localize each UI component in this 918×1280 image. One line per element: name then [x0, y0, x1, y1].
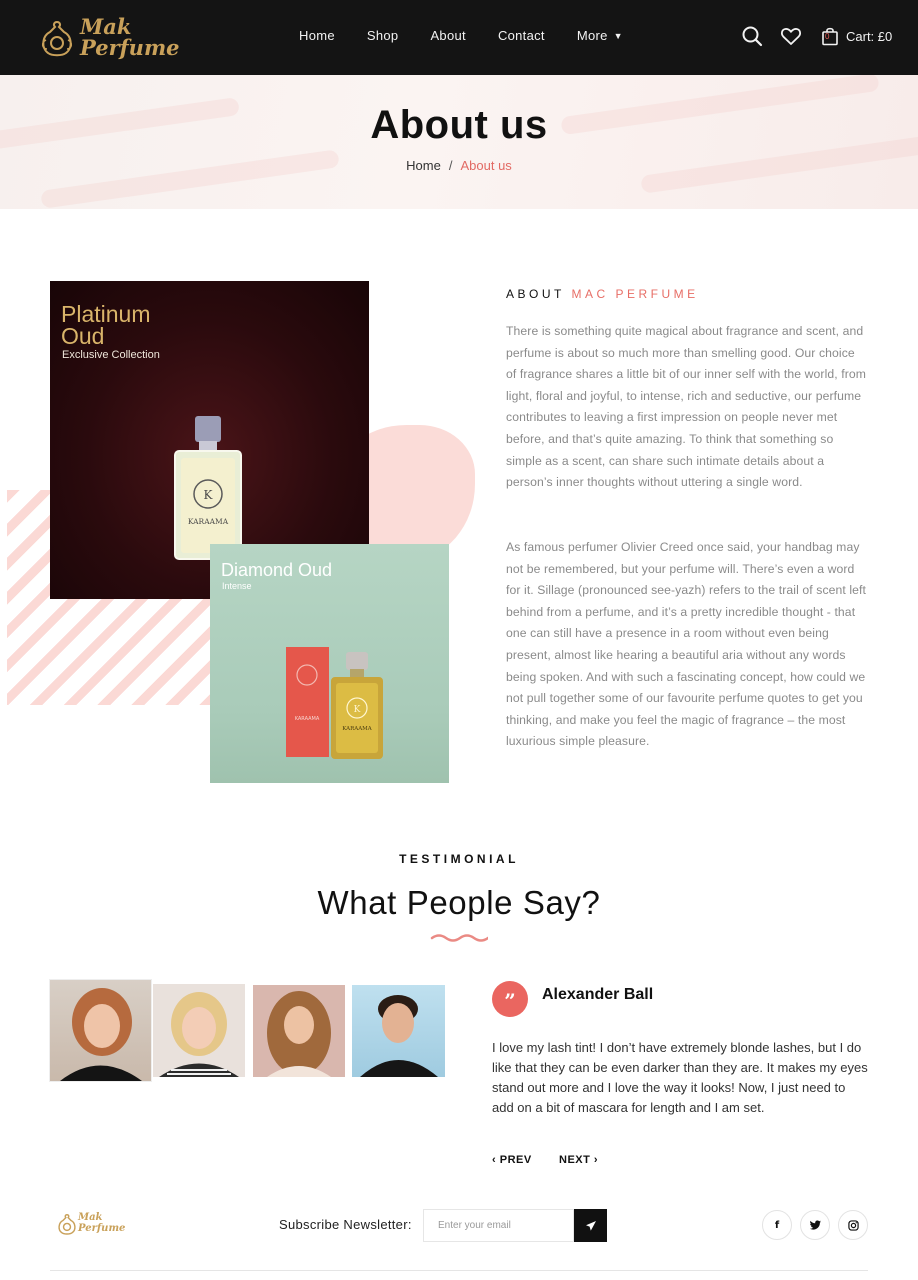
breadcrumb: Home / About us	[0, 158, 918, 173]
testimonial-avatar[interactable]	[153, 984, 245, 1077]
main-nav: Home Shop About Contact More ▼	[299, 28, 655, 43]
about-heading: ABOUT MAC PERFUME	[506, 287, 699, 301]
svg-text:KARAAMA: KARAAMA	[295, 716, 320, 722]
cart-button[interactable]: 0 Cart: £0	[820, 26, 892, 46]
image-subtitle: Exclusive Collection	[62, 349, 160, 361]
twitter-icon[interactable]	[800, 1210, 830, 1240]
svg-text:KARAAMA: KARAAMA	[342, 726, 373, 732]
perfume-bottle-icon: K KARAAMA	[331, 652, 383, 759]
image-subtitle: Intense	[222, 581, 252, 591]
page-title: About us	[370, 103, 548, 147]
nav-contact[interactable]: Contact	[498, 28, 545, 43]
quote-icon: ”	[492, 981, 528, 1017]
perfume-bottle-logo-icon	[41, 20, 73, 57]
newsletter-email-input[interactable]	[423, 1209, 574, 1242]
cart-total-label: Cart: £0	[846, 28, 893, 44]
image-title: Diamond Oud	[221, 560, 333, 580]
svg-text:K: K	[204, 488, 214, 502]
svg-text:K: K	[354, 705, 361, 715]
nav-more[interactable]: More ▼	[577, 28, 623, 43]
about-paragraph-1: There is something quite magical about f…	[506, 324, 867, 490]
next-button[interactable]: NEXT ›	[559, 1154, 598, 1166]
breadcrumb-home-link[interactable]: Home	[406, 158, 441, 173]
image-title: Platinum Oud	[61, 301, 151, 349]
about-paragraph-2: As famous perfumer Olivier Creed once sa…	[506, 540, 867, 749]
logo-wordmark: Mak Perfume	[80, 14, 180, 60]
instagram-icon[interactable]	[838, 1210, 868, 1240]
nav-shop[interactable]: Shop	[367, 28, 399, 43]
newsletter-submit-button[interactable]	[574, 1209, 607, 1242]
newsletter-label: Subscribe Newsletter:	[279, 1217, 412, 1232]
testimonial-avatar[interactable]	[253, 985, 345, 1077]
testimonial-eyebrow: TESTIMONIAL	[399, 852, 519, 866]
testimonial-avatar[interactable]	[352, 985, 445, 1077]
heart-icon[interactable]	[779, 24, 803, 48]
wave-divider	[430, 934, 488, 942]
twitter-bird-glyph	[809, 1220, 821, 1230]
nav-about[interactable]: About	[430, 28, 465, 43]
perfume-bottle-logo-icon	[58, 1214, 76, 1235]
nav-home[interactable]: Home	[299, 28, 335, 43]
reviewer-name: Alexander Ball	[542, 986, 654, 1003]
facebook-icon[interactable]: f	[762, 1210, 792, 1240]
svg-text:KARAAMA: KARAAMA	[188, 517, 229, 526]
testimonial-title: What People Say?	[317, 884, 601, 921]
cart-count-badge: 0	[825, 32, 830, 41]
review-text: I love my lash tint! I don’t have extrem…	[492, 1040, 868, 1115]
footer-logo[interactable]: Mak Perfume	[56, 1210, 125, 1238]
paper-plane-icon	[585, 1220, 596, 1231]
testimonial-avatar[interactable]	[50, 980, 151, 1081]
perfume-box: KARAAMA	[286, 647, 329, 757]
search-icon[interactable]	[740, 24, 764, 48]
prev-button[interactable]: ‹ PREV	[492, 1154, 532, 1166]
chevron-down-icon: ▼	[613, 30, 623, 41]
diamond-oud-product-image: Diamond Oud Intense KARAAMA K KARAAMA	[210, 544, 449, 783]
site-header: Mak Perfume Home Shop About Contact More…	[0, 0, 918, 75]
shopping-bag-icon: 0	[820, 26, 840, 46]
chevron-right-icon: ›	[593, 1154, 599, 1166]
chevron-left-icon: ‹	[492, 1154, 497, 1166]
instagram-glyph	[847, 1219, 859, 1231]
breadcrumb-separator: /	[448, 158, 453, 173]
site-logo[interactable]: Mak Perfume	[38, 12, 180, 62]
logo-wordmark: Mak Perfume	[78, 1212, 126, 1234]
footer-divider	[50, 1270, 868, 1271]
breadcrumb-current: About us	[460, 158, 512, 173]
